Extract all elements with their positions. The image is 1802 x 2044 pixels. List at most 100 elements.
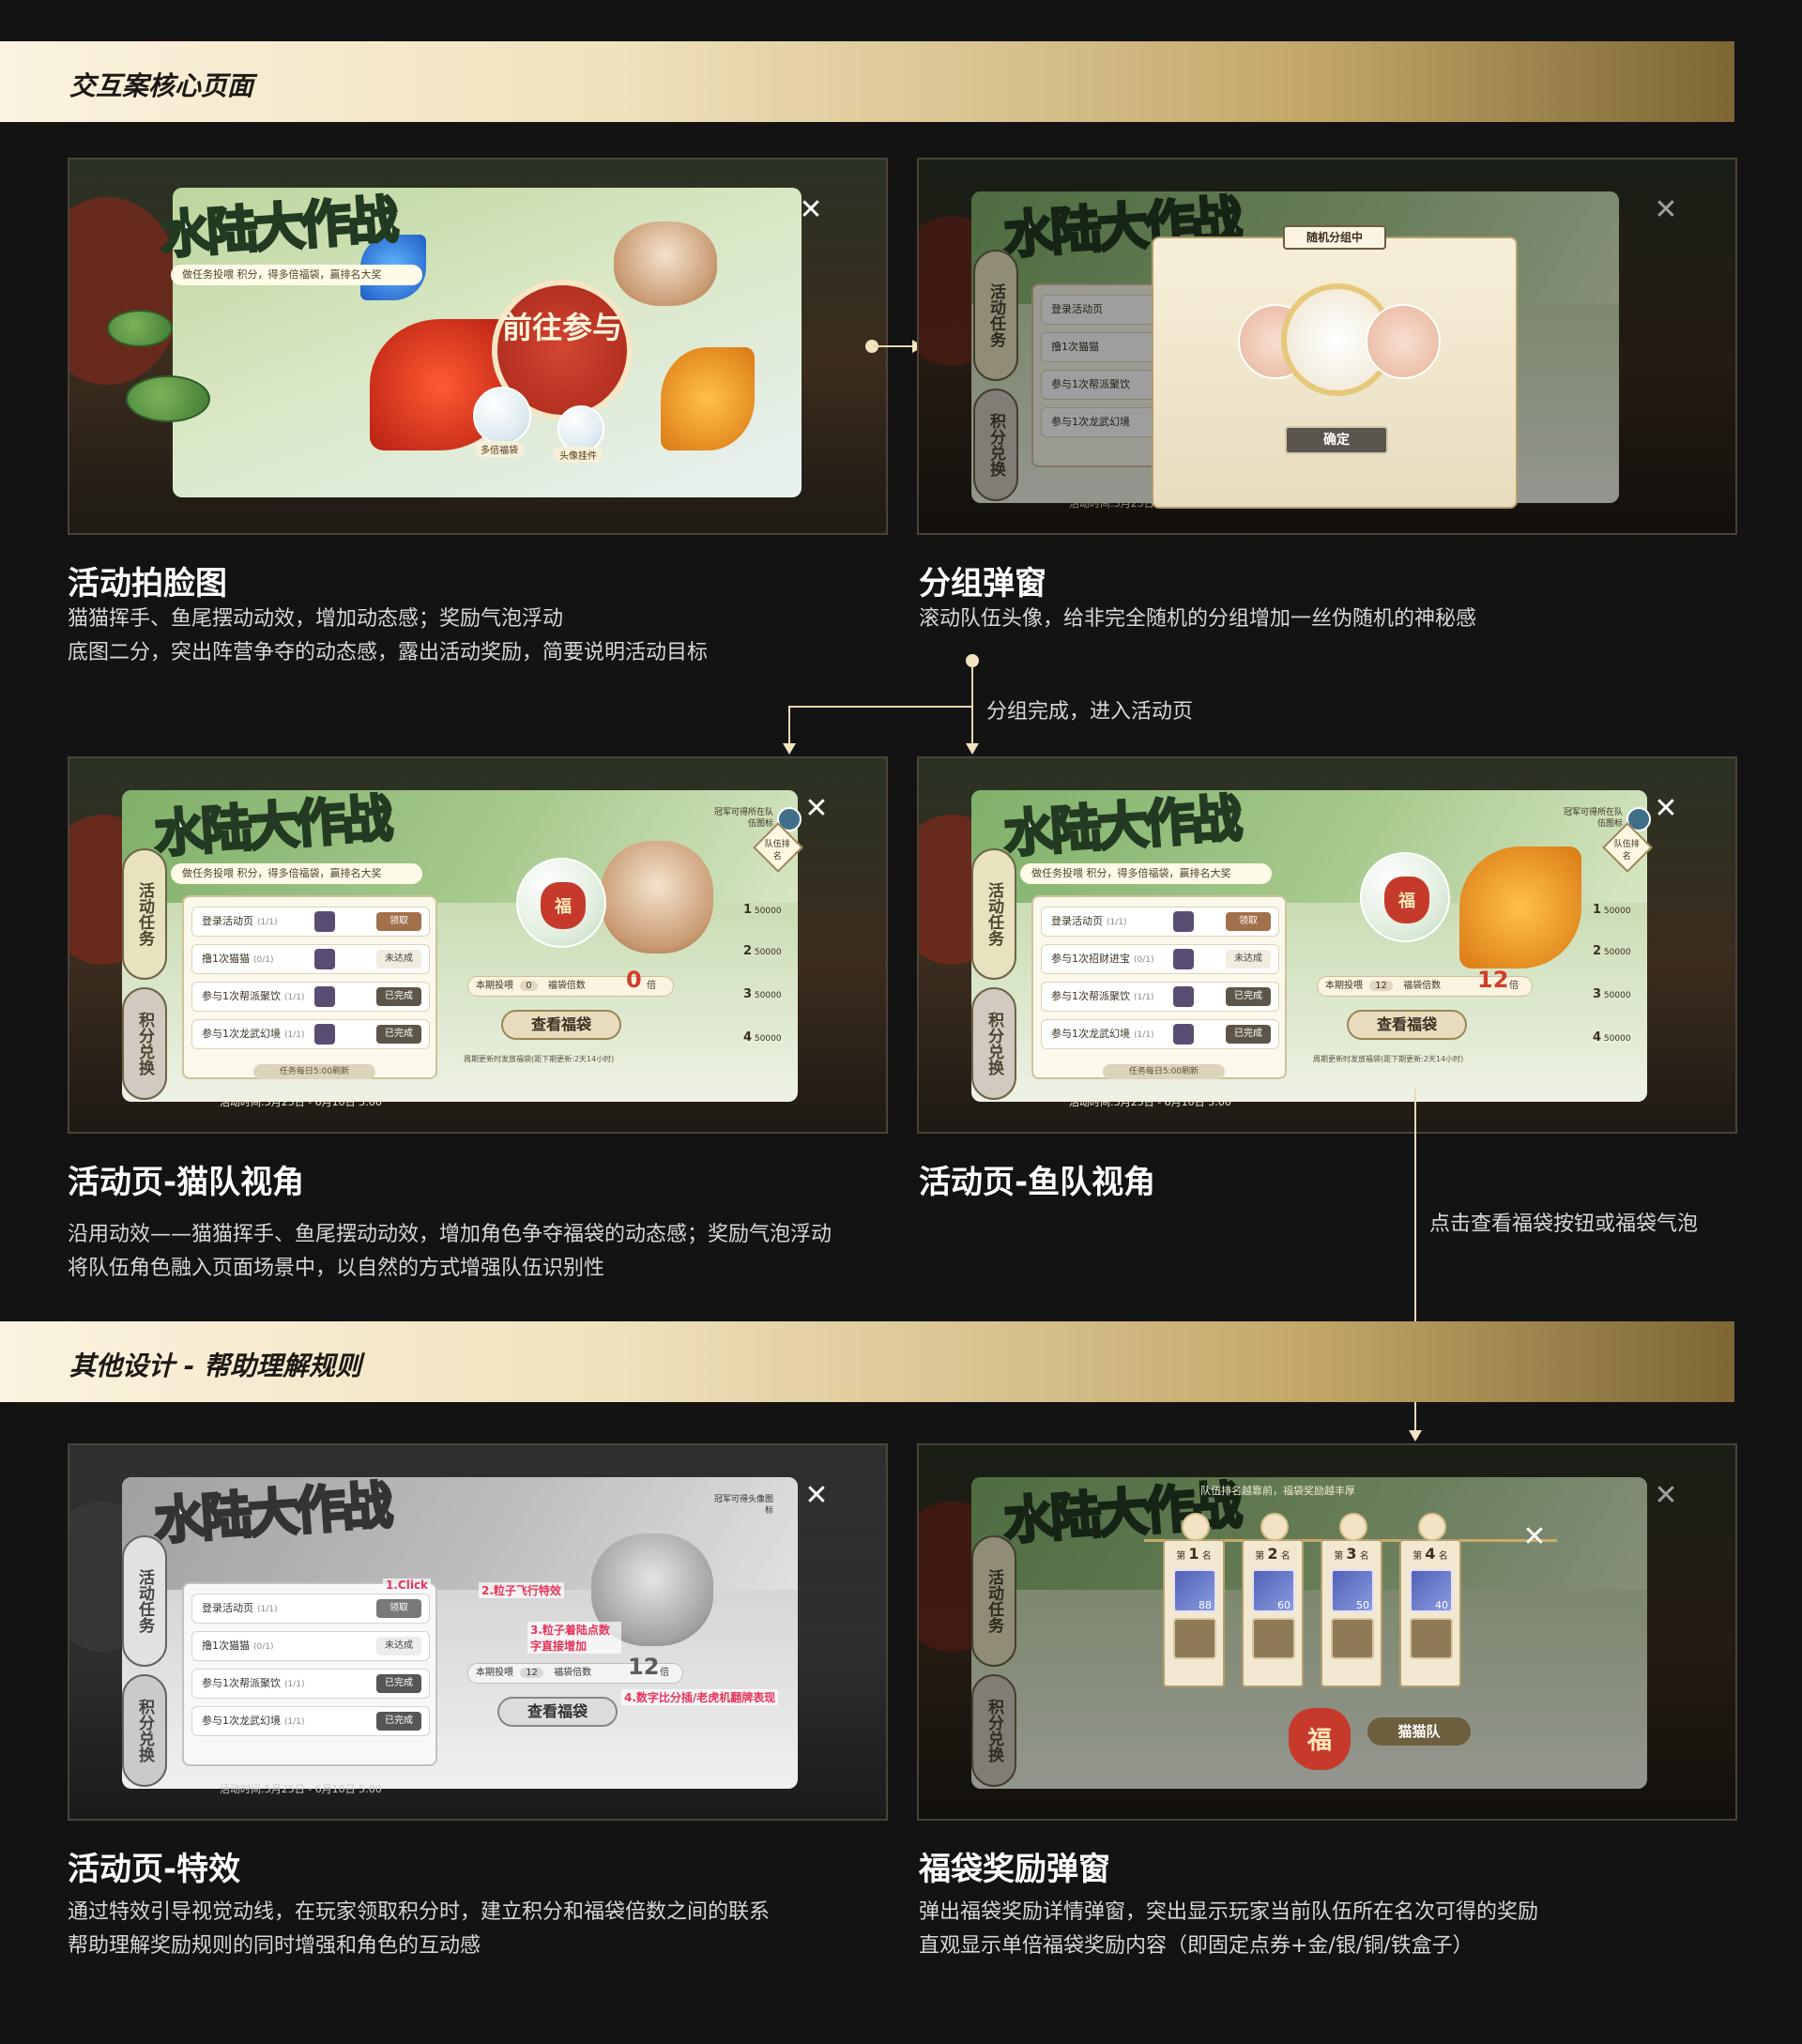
rank-row: 4 50000 bbox=[743, 1030, 782, 1045]
view-bag-button[interactable]: 查看福袋 bbox=[1347, 1010, 1467, 1040]
coupon-icon: 88 bbox=[1173, 1569, 1216, 1612]
task-name: 参与1次帮派聚饮 bbox=[1051, 990, 1130, 1002]
close-icon[interactable]: ✕ bbox=[803, 795, 830, 823]
task-name: 参与1次龙武幻境 bbox=[202, 1715, 281, 1727]
flow-dot bbox=[966, 654, 979, 667]
cat-character bbox=[614, 221, 717, 306]
reward-icon bbox=[314, 949, 335, 969]
chest-icon bbox=[1252, 1618, 1295, 1659]
view-bag-button[interactable]: 查看福袋 bbox=[497, 1697, 618, 1727]
claim-button[interactable]: 领取 bbox=[1226, 912, 1271, 931]
rank-row: 4 50000 bbox=[1593, 1030, 1631, 1045]
team-avatar-icon bbox=[1339, 1513, 1367, 1541]
reward-icon bbox=[314, 986, 335, 1007]
task-count: (0/1) bbox=[253, 955, 274, 965]
task-list: 登录活动页 (1/1) 领取 参与1次招财进宝 (0/1) 未达成 参与1次帮派聚饮 (1… bbox=[1031, 895, 1287, 1079]
task-list: 登录活动页 (1/1) 领取 撸1次猫猫 (0/1) 未达成 参与1次帮派聚饮 (1/1)… bbox=[182, 1582, 437, 1766]
place-label: 第 2 名 bbox=[1255, 1545, 1290, 1563]
activity-time: 活动时间:5月25日 - 6月10日 5:00 bbox=[1069, 1096, 1231, 1108]
close-icon[interactable]: ✕ bbox=[803, 1482, 830, 1510]
place-label: 第 3 名 bbox=[1334, 1545, 1369, 1563]
feed-count: 0 bbox=[520, 981, 538, 991]
reward-icon bbox=[1173, 1024, 1194, 1045]
subtitle-bar: 做任务投喂 积分，得多倍福袋，赢排名大奖 bbox=[171, 265, 422, 285]
state-badge: 已完成 bbox=[376, 1674, 421, 1693]
bag-bubble[interactable]: 福 bbox=[1360, 852, 1450, 942]
caption-line: 猫猫挥手、鱼尾摆动动效，增加动态感；奖励气泡浮动 bbox=[68, 607, 564, 631]
caption-line: 帮助理解奖励规则的同时增强和角色的互动感 bbox=[68, 1934, 481, 1958]
multiplier-label: 福袋倍数 bbox=[547, 981, 586, 991]
claim-button[interactable]: 领取 bbox=[376, 912, 421, 931]
avatar-orb-icon[interactable] bbox=[557, 405, 604, 452]
task-count: (0/1) bbox=[253, 1642, 274, 1652]
bag-bubble[interactable]: 福 bbox=[516, 858, 606, 948]
task-row: 参与1次龙武幻境 (1/1) 已完成 bbox=[191, 1706, 430, 1736]
period-bar: 本期投喂 12 福袋倍数 12 倍 bbox=[467, 1655, 683, 1684]
task-name: 登录活动页 bbox=[202, 915, 253, 927]
tab-tasks[interactable]: 活动任务 bbox=[122, 1535, 167, 1667]
orb-bag-label: 多倍福袋 bbox=[475, 441, 524, 457]
task-row: 登录活动页 (1/1) 领取 bbox=[1041, 907, 1279, 937]
tab-tasks[interactable]: 活动任务 bbox=[122, 848, 167, 980]
task-row: 撸1次猫猫 (0/1) 未达成 bbox=[191, 1631, 430, 1661]
reward-icon bbox=[1173, 949, 1194, 969]
panel-effects: 水陆大作战 活动任务 积分兑换 登录活动页 (1/1) 领取 撸1次猫猫 (0/1) 未… bbox=[68, 1443, 888, 1821]
task-count: (1/1) bbox=[1107, 918, 1127, 927]
tab-exchange[interactable]: 积分兑换 bbox=[122, 987, 167, 1100]
close-icon[interactable]: ✕ bbox=[798, 196, 824, 224]
confirm-button[interactable]: 确定 bbox=[1285, 426, 1388, 454]
caption-title: 分组弹窗 bbox=[919, 565, 1046, 603]
fx-step-1: 1.Click bbox=[383, 1579, 432, 1592]
lucky-bag[interactable]: 福 bbox=[1279, 1699, 1360, 1779]
multiplier-label: 福袋倍数 bbox=[554, 1668, 592, 1678]
task-name: 参与1次招财进宝 bbox=[1051, 953, 1130, 965]
place-label: 第 1 名 bbox=[1176, 1545, 1212, 1563]
footer-note: 周期更新时发放福袋(距下期更新:2天14小时) bbox=[464, 1055, 615, 1063]
multiplier-value: 12 bbox=[1477, 967, 1509, 993]
close-icon[interactable]: ✕ bbox=[1653, 795, 1679, 823]
popup-close-icon[interactable]: ✕ bbox=[1521, 1523, 1548, 1551]
tab-exchange[interactable]: 积分兑换 bbox=[122, 1674, 167, 1787]
multiplier-unit: 倍 bbox=[660, 1668, 669, 1678]
reward-banner: 队伍排名越靠前，福袋奖励越丰厚 bbox=[1200, 1485, 1355, 1497]
task-row: 参与1次龙武幻境 (1/1) 已完成 bbox=[191, 1019, 430, 1049]
tab-tasks[interactable]: 活动任务 bbox=[971, 848, 1016, 980]
lucky-bag-icon: 福 bbox=[1289, 1708, 1351, 1770]
rank-row: 2 50000 bbox=[1593, 944, 1631, 958]
grayscale-layer: 水陆大作战 活动任务 积分兑换 登录活动页 (1/1) 领取 撸1次猫猫 (0/1) 未… bbox=[69, 1445, 886, 1819]
caption-line: 弹出福袋奖励详情弹窗，突出显示玩家当前队伍所在名次可得的奖励 bbox=[919, 1900, 1539, 1924]
view-bag-button[interactable]: 查看福袋 bbox=[501, 1010, 621, 1040]
section-header-core: 交互案核心页面 bbox=[0, 41, 1734, 122]
caption-line: 底图二分，突出阵营争夺的动态感，露出活动奖励，简要说明活动目标 bbox=[68, 641, 709, 664]
period-label: 本期投喂 bbox=[476, 981, 513, 991]
task-count: (1/1) bbox=[1134, 1030, 1154, 1040]
task-row: 撸1次猫猫 (0/1) 未达成 bbox=[191, 944, 430, 974]
rank-reward-column: 第 4 名 40 bbox=[1399, 1513, 1461, 1687]
activity-time: 活动时间:5月25日 - 6月10日 5:00 bbox=[220, 1096, 382, 1108]
flow-arrow bbox=[783, 743, 796, 755]
multiplier-value: 0 bbox=[626, 967, 642, 993]
flow-arrow bbox=[1409, 1430, 1422, 1441]
task-name: 参与1次龙武幻境 bbox=[202, 1028, 281, 1040]
tab-exchange[interactable]: 积分兑换 bbox=[971, 987, 1016, 1100]
panel-group-popup: 水陆大作战 ✕ 活动任务 积分兑换 登录活动页 撸1次猫猫 参与1次帮派聚饮 参… bbox=[917, 158, 1737, 535]
reward-icon bbox=[314, 1024, 335, 1045]
task-list: 登录活动页 (1/1) 领取 撸1次猫猫 (0/1) 未达成 参与1次帮派聚饮 (1/1)… bbox=[182, 895, 437, 1079]
task-count: (1/1) bbox=[257, 918, 278, 927]
task-name: 撸1次猫猫 bbox=[202, 1640, 250, 1652]
panel-cat-view: 水陆大作战 ✕ 冠军可得所在队伍图标 做任务投喂 积分，得多倍福袋，赢排名大奖 … bbox=[68, 756, 888, 1134]
task-count: (1/1) bbox=[284, 993, 305, 1002]
claim-button[interactable]: 领取 bbox=[376, 1599, 421, 1618]
fx-step-3: 3.粒子着陆点数字直接增加 bbox=[527, 1622, 621, 1654]
bag-orb-icon[interactable] bbox=[473, 387, 531, 445]
state-badge: 已完成 bbox=[376, 987, 421, 1006]
task-count: (1/1) bbox=[284, 1030, 305, 1040]
flow-line bbox=[971, 666, 973, 749]
caption-title: 活动页-特效 bbox=[68, 1851, 241, 1888]
refresh-note: 任务每日5:00刷新 bbox=[253, 1064, 375, 1079]
flow-line bbox=[788, 706, 972, 708]
crown-note: 冠军可得所在队伍图标 bbox=[713, 808, 773, 829]
flow-arrow bbox=[966, 743, 979, 755]
state-badge: 已完成 bbox=[376, 1025, 421, 1044]
reward-icon bbox=[1173, 911, 1194, 932]
